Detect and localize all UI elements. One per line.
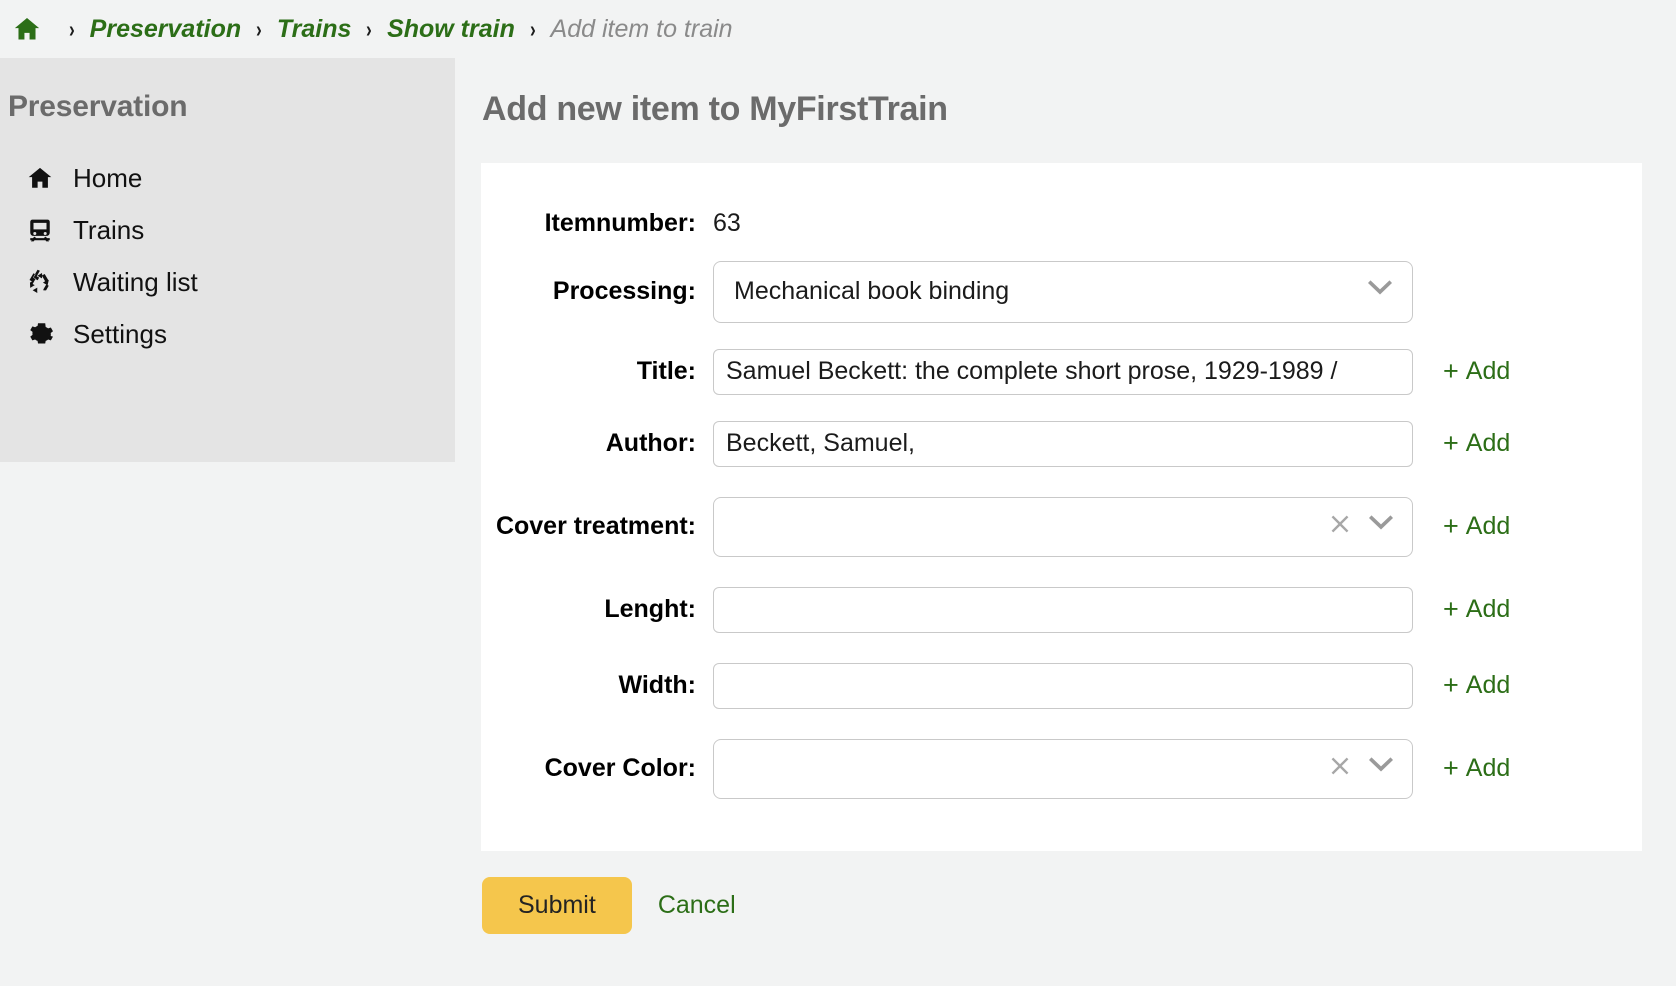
width-input[interactable] <box>713 663 1413 709</box>
add-lenght-button[interactable]: + Add <box>1443 595 1510 624</box>
add-label: Add <box>1466 671 1510 700</box>
breadcrumb-separator-icon: › <box>246 18 273 41</box>
sidebar-item-waiting-list[interactable]: Waiting list <box>0 256 455 308</box>
chevron-down-icon[interactable] <box>1366 756 1396 781</box>
processing-label: Processing: <box>481 277 713 307</box>
lenght-input[interactable] <box>713 587 1413 633</box>
add-width-button[interactable]: + Add <box>1443 671 1510 700</box>
add-label: Add <box>1466 512 1510 541</box>
sidebar-title: Preservation <box>0 82 455 134</box>
gear-icon <box>25 319 55 349</box>
add-title-button[interactable]: + Add <box>1443 357 1510 386</box>
main-content: Add new item to MyFirstTrain Itemnumber:… <box>455 58 1676 934</box>
add-label: Add <box>1466 357 1510 386</box>
author-input[interactable] <box>713 421 1413 467</box>
train-icon <box>25 215 55 245</box>
sidebar-item-label: Settings <box>73 320 167 349</box>
sidebar-item-label: Waiting list <box>73 268 198 297</box>
form-row-cover-color: Cover Color: <box>481 739 1642 799</box>
lenght-label: Lenght: <box>481 595 713 625</box>
itemnumber-label: Itemnumber: <box>481 209 713 239</box>
title-label: Title: <box>481 357 713 387</box>
cover-treatment-label: Cover treatment: <box>481 512 713 542</box>
chevron-down-icon[interactable] <box>1366 514 1396 539</box>
cover-treatment-select[interactable] <box>713 497 1413 557</box>
sidebar-item-trains[interactable]: Trains <box>0 204 455 256</box>
cover-color-label: Cover Color: <box>481 754 713 784</box>
home-icon <box>25 163 55 193</box>
plus-icon: + <box>1443 672 1459 699</box>
add-item-form-card: Itemnumber: 63 Processing: Mechanical bo… <box>481 163 1642 851</box>
form-row-title: Title: + Add <box>481 349 1642 395</box>
add-label: Add <box>1466 754 1510 783</box>
form-row-lenght: Lenght: + Add <box>481 587 1642 633</box>
page-title: Add new item to MyFirstTrain <box>481 90 1676 129</box>
sidebar-item-home[interactable]: Home <box>0 152 455 204</box>
plus-icon: + <box>1443 755 1459 782</box>
sidebar-item-label: Trains <box>73 216 144 245</box>
breadcrumb-separator-icon: › <box>356 18 383 41</box>
breadcrumb: › Preservation › Trains › Show train › A… <box>0 0 1676 58</box>
recycle-icon <box>25 267 55 297</box>
form-row-author: Author: + Add <box>481 421 1642 467</box>
itemnumber-value: 63 <box>713 209 741 237</box>
breadcrumb-item-preservation[interactable]: Preservation <box>90 15 241 44</box>
add-author-button[interactable]: + Add <box>1443 429 1510 458</box>
sidebar-nav: Home Trains <box>0 152 455 360</box>
form-row-cover-treatment: Cover treatment: <box>481 497 1642 557</box>
form-row-itemnumber: Itemnumber: 63 <box>481 209 1642 239</box>
form-actions: Submit Cancel <box>481 851 1676 934</box>
breadcrumb-separator-icon: › <box>519 18 546 41</box>
cover-color-select[interactable] <box>713 739 1413 799</box>
page-layout: Preservation Home Train <box>0 58 1676 934</box>
plus-icon: + <box>1443 513 1459 540</box>
processing-select[interactable]: Mechanical book binding <box>713 261 1413 323</box>
processing-selected-value: Mechanical book binding <box>734 277 1364 306</box>
plus-icon: + <box>1443 596 1459 623</box>
plus-icon: + <box>1443 358 1459 385</box>
submit-button[interactable]: Submit <box>482 877 632 934</box>
sidebar: Preservation Home Train <box>0 58 455 462</box>
form-row-width: Width: + Add <box>481 663 1642 709</box>
width-label: Width: <box>481 671 713 701</box>
form-row-processing: Processing: Mechanical book binding <box>481 261 1642 323</box>
breadcrumb-item-show-train[interactable]: Show train <box>387 15 515 44</box>
clear-icon[interactable] <box>1328 754 1352 783</box>
sidebar-item-label: Home <box>73 164 142 193</box>
plus-icon: + <box>1443 430 1459 457</box>
breadcrumb-home-icon[interactable] <box>10 13 44 45</box>
add-cover-treatment-button[interactable]: + Add <box>1443 512 1510 541</box>
sidebar-item-settings[interactable]: Settings <box>0 308 455 360</box>
breadcrumb-item-trains[interactable]: Trains <box>277 15 352 44</box>
add-cover-color-button[interactable]: + Add <box>1443 754 1510 783</box>
breadcrumb-separator-icon: › <box>58 18 85 41</box>
clear-icon[interactable] <box>1328 512 1352 541</box>
author-label: Author: <box>481 429 713 459</box>
add-label: Add <box>1466 595 1510 624</box>
chevron-down-icon <box>1364 277 1396 306</box>
add-label: Add <box>1466 429 1510 458</box>
breadcrumb-item-current: Add item to train <box>551 15 733 44</box>
cancel-button[interactable]: Cancel <box>658 891 736 920</box>
title-input[interactable] <box>713 349 1413 395</box>
